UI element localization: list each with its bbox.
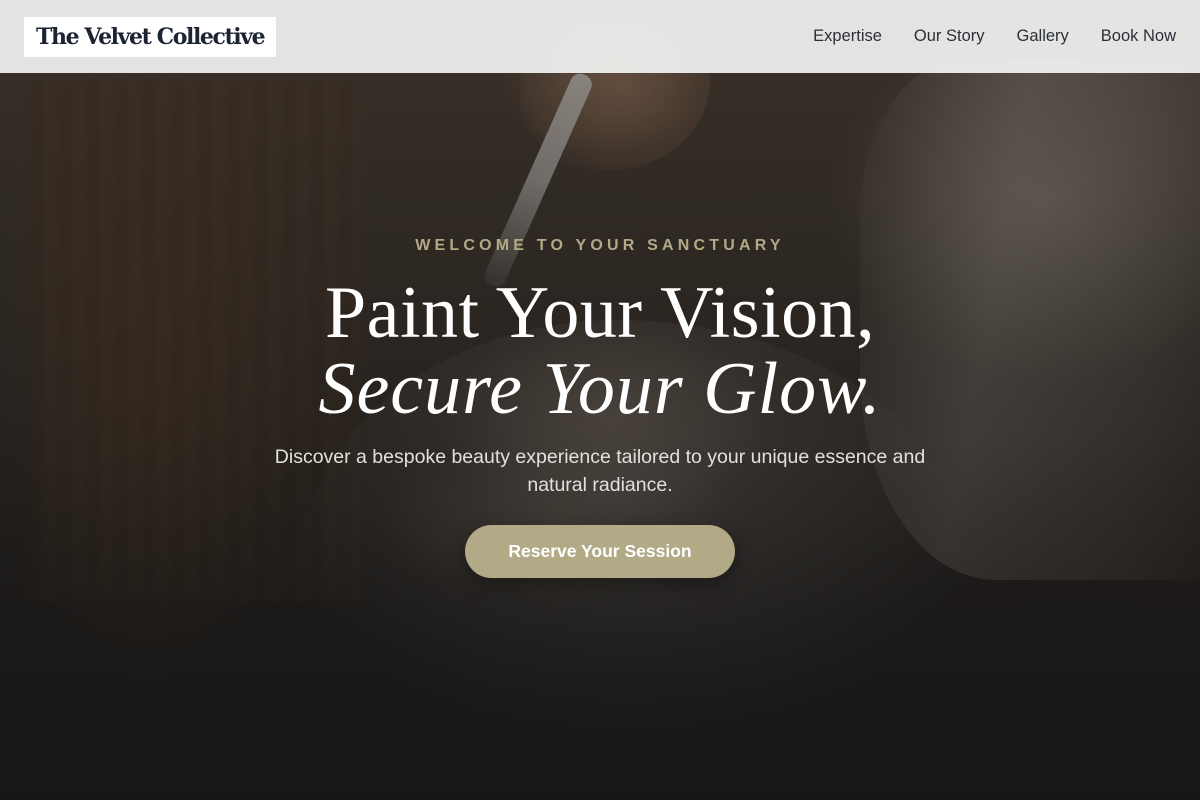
- hero-content: WELCOME TO YOUR SANCTUARY Paint Your Vis…: [0, 0, 1200, 800]
- hero-eyebrow: WELCOME TO YOUR SANCTUARY: [415, 237, 785, 254]
- nav-link-gallery[interactable]: Gallery: [1017, 27, 1069, 46]
- reserve-session-button[interactable]: Reserve Your Session: [465, 525, 735, 578]
- nav-link-expertise[interactable]: Expertise: [813, 27, 882, 46]
- nav-link-our-story[interactable]: Our Story: [914, 27, 985, 46]
- hero-headline-line-2: Secure Your Glow.: [318, 348, 882, 430]
- hero-headline: Paint Your Vision, Secure Your Glow.: [0, 274, 1200, 426]
- page: WELCOME TO YOUR SANCTUARY Paint Your Vis…: [0, 0, 1200, 800]
- main-nav: Expertise Our Story Gallery Book Now: [813, 27, 1176, 46]
- hero-headline-line-1: Paint Your Vision,: [324, 272, 876, 354]
- nav-link-book-now[interactable]: Book Now: [1101, 27, 1176, 46]
- hero-subtitle: Discover a bespoke beauty experience tai…: [274, 446, 926, 496]
- site-header: The Velvet Collective Expertise Our Stor…: [0, 0, 1200, 73]
- brand-logo[interactable]: The Velvet Collective: [24, 16, 277, 57]
